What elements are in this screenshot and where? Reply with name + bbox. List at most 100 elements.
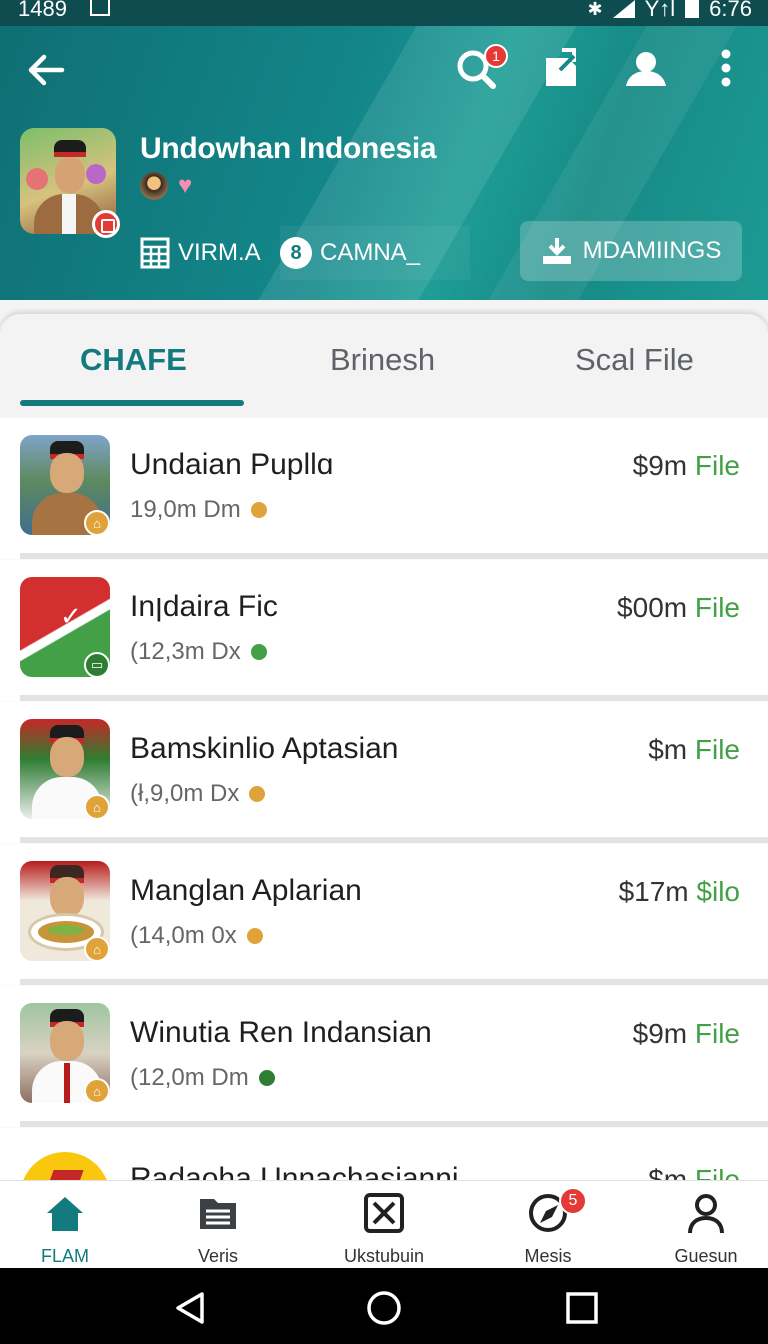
item-title: Winutia Ren Indansian <box>130 1016 432 1049</box>
chip-camna-label: CAMNA_ <box>320 239 421 266</box>
item-file-type[interactable]: File <box>695 450 740 481</box>
item-file-type[interactable]: File <box>695 592 740 623</box>
status-right-group: ✱ Y↑l 6:76 <box>588 0 752 22</box>
channel-header: 1 Undowhan Indonesia ♥ VIRM.A 8 CAMNA_ M… <box>0 26 768 300</box>
nav-guesun[interactable]: Guesun <box>641 1191 768 1267</box>
nav-mesis-badge: 5 <box>559 1187 587 1215</box>
status-dot-icon <box>246 928 263 944</box>
folder-list-icon <box>200 1199 236 1229</box>
item-price: $17m $ilo <box>619 876 740 908</box>
item-thumbnail <box>20 1152 110 1180</box>
heart-icon[interactable]: ♥ <box>178 174 192 198</box>
verified-icon <box>250 644 267 660</box>
item-price-value: $9m <box>632 450 688 481</box>
tab-scal-file[interactable]: Scal File <box>575 342 694 378</box>
share-clipboard-icon[interactable] <box>538 44 586 92</box>
item-title: Radaoha Unnachasianni <box>130 1162 459 1180</box>
item-subtitle: 19,0m Dm <box>130 496 241 523</box>
tab-chafe[interactable]: CHAFE <box>80 342 187 378</box>
status-dot-icon <box>258 1070 275 1086</box>
download-button[interactable]: MDAMIINGS <box>520 221 742 281</box>
item-title: Bamskinlio Aptasian <box>130 732 399 765</box>
more-vert-icon[interactable] <box>702 44 750 92</box>
nav-ukstubuin-label: Ukstubuin <box>343 1246 425 1266</box>
chip-camna[interactable]: 8 CAMNA_ <box>280 226 470 280</box>
nav-ukstubuin[interactable]: Ukstubuin <box>319 1191 449 1267</box>
chip-virma-label: VIRM.A <box>178 239 261 266</box>
item-subtitle: (12,0m Dm <box>130 1064 249 1091</box>
item-price: $9m File <box>633 450 740 482</box>
item-file-type[interactable]: File <box>695 734 740 765</box>
divider <box>20 1121 768 1127</box>
list-item[interactable]: ⌂ Bamskinlio Aptasian (ł,9,0m Dx $m File <box>0 702 768 843</box>
item-type-badge-icon: ⌂ <box>84 1078 110 1104</box>
account-icon[interactable] <box>620 44 668 92</box>
item-price-value: $m <box>648 734 688 765</box>
person-icon <box>688 1194 724 1234</box>
signal-text: Y↑l <box>644 0 676 21</box>
item-file-type[interactable]: File <box>695 1018 740 1049</box>
nav-veris[interactable]: Veris <box>153 1191 283 1267</box>
item-subtitle-row: (12,3m Dx <box>130 638 267 666</box>
nav-veris-label: Veris <box>197 1246 239 1266</box>
bottom-navigation: FLAM Veris Ukstubuin 5 Mesis Guesun <box>0 1180 768 1268</box>
creator-mini-avatar[interactable] <box>140 172 168 200</box>
content-list[interactable]: ⌂ Undaian Pupllɑ 19,0m Dm $9m File ✓ ▭ I… <box>0 418 768 1180</box>
home-icon <box>47 1197 83 1231</box>
system-recents-icon[interactable] <box>564 1290 600 1326</box>
item-file-type[interactable]: $ilo <box>696 876 740 907</box>
status-clock: 6:76 <box>709 0 752 21</box>
item-price-value: $00m <box>617 592 688 623</box>
download-button-label: MDAMIINGS <box>582 237 722 264</box>
system-home-icon[interactable] <box>366 1290 402 1326</box>
item-type-badge-icon: ⌂ <box>84 794 110 820</box>
system-back-icon[interactable] <box>172 1290 208 1326</box>
item-title: Undaian Pupllɑ <box>130 448 334 481</box>
status-dot-icon <box>250 502 267 518</box>
divider <box>20 979 768 985</box>
nav-guesun-label: Guesun <box>674 1246 738 1266</box>
list-item[interactable]: ✓ ▭ Inןdaira Fic (12,3m Dx $00m File <box>0 560 768 701</box>
chip-virma[interactable]: VIRM.A <box>140 226 268 280</box>
notification-icon <box>90 0 110 16</box>
tab-active-indicator <box>20 400 244 406</box>
divider <box>20 695 768 701</box>
list-item[interactable]: ⌂ Undaian Pupllɑ 19,0m Dm $9m File <box>0 418 768 559</box>
item-price: $9m File <box>633 1018 740 1050</box>
item-subtitle: (12,3m Dx <box>130 638 241 665</box>
nav-mesis[interactable]: 5 Mesis <box>483 1187 613 1267</box>
tab-bar: CHAFE Brinesh Scal File <box>0 314 768 418</box>
item-type-badge-icon: ⌂ <box>84 936 110 962</box>
nav-home-label: FLAM <box>40 1246 89 1266</box>
battery-icon <box>685 0 700 18</box>
search-badge: 1 <box>484 44 508 68</box>
item-title: Inןdaira Fic <box>130 590 278 623</box>
item-type-badge-icon: ⌂ <box>84 510 110 536</box>
chat-bubble-icon: 8 <box>280 237 312 269</box>
list-item[interactable]: ⌂ Winutia Ren Indansian (12,0m Dm $9m Fi… <box>0 986 768 1127</box>
item-price: $m File <box>648 734 740 766</box>
item-subtitle-row: (ł,9,0m Dx <box>130 780 266 808</box>
status-dot-icon <box>249 786 266 802</box>
item-price-value: $17m <box>618 876 689 907</box>
back-arrow-icon[interactable] <box>24 48 68 92</box>
bluetooth-icon: ✱ <box>587 0 603 19</box>
item-subtitle: (14,0m 0x <box>130 922 237 949</box>
item-subtitle: (ł,9,0m Dx <box>130 780 240 807</box>
item-price-value: $m <box>648 1164 688 1180</box>
live-record-icon <box>92 210 120 238</box>
item-price: $m Filo <box>648 1164 740 1180</box>
list-item[interactable]: ⌂ Manglan Aplarian (14,0m 0x $17m $ilo <box>0 844 768 985</box>
item-subtitle-row: (12,0m Dm <box>130 1064 275 1092</box>
status-bar: 1489 ✱ Y↑l 6:76 <box>0 0 768 26</box>
download-icon <box>542 238 571 264</box>
item-subtitle-row: 19,0m Dm <box>130 496 267 524</box>
nav-home[interactable]: FLAM <box>0 1191 130 1267</box>
item-type-badge-icon: ▭ <box>84 652 110 678</box>
divider <box>20 837 768 843</box>
item-file-type[interactable]: Filo <box>695 1164 740 1180</box>
channel-name: Undowhan Indonesia <box>140 132 437 165</box>
list-item[interactable]: Radaoha Unnachasianni $m Filo <box>0 1128 768 1180</box>
divider <box>20 553 768 559</box>
tab-brinesh[interactable]: Brinesh <box>330 342 435 378</box>
